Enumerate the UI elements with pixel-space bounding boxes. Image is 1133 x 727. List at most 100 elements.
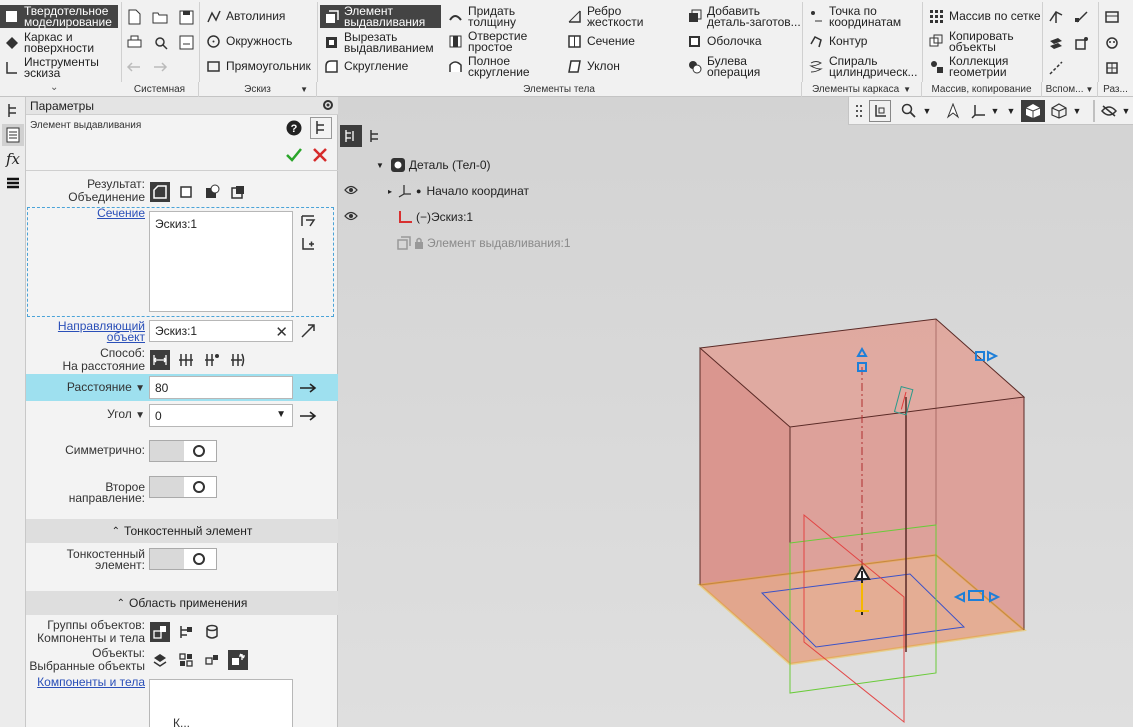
mode-wireframe-surfaces-button[interactable]: Каркас и поверхности: [0, 31, 118, 54]
angle-direction-arrow-icon[interactable]: [298, 406, 318, 426]
guide-direction-arrow-icon[interactable]: [298, 321, 318, 341]
boolean-operation-button[interactable]: Булева операция: [683, 55, 768, 78]
orient-icon[interactable]: [943, 100, 963, 122]
distance-label[interactable]: Расстояние ▼: [67, 381, 145, 394]
shell-button[interactable]: Оболочка: [683, 30, 765, 53]
display-dropdown-icon[interactable]: ▼: [1071, 100, 1083, 122]
mode-solid-modeling-button[interactable]: Твердотельное моделирование: [0, 5, 118, 28]
distance-dropdown-icon[interactable]: ▼: [135, 383, 145, 394]
draft-button[interactable]: Уклон: [563, 55, 623, 78]
aux-plane-icon[interactable]: [1046, 7, 1066, 27]
distance-direction-arrow-icon[interactable]: [298, 378, 318, 398]
view-dropdown-icon[interactable]: ▼: [1005, 100, 1017, 122]
redo-icon[interactable]: [150, 57, 170, 77]
contour-button[interactable]: Контур: [805, 30, 870, 53]
mode-sketch-tools-button[interactable]: Инструменты эскиза: [0, 56, 118, 79]
section-link[interactable]: Сечение: [97, 207, 145, 219]
full-fillet-button[interactable]: Полное скругление: [444, 55, 533, 78]
zoom-icon[interactable]: [899, 100, 919, 122]
zoom-dropdown-icon[interactable]: ▼: [921, 100, 933, 122]
visibility-dropdown-icon[interactable]: ▼: [1120, 100, 1132, 122]
grid-array-button[interactable]: Массив по сетке: [925, 5, 1044, 28]
autoline-button[interactable]: Автолиния: [202, 5, 288, 28]
second-direction-toggle[interactable]: [149, 476, 217, 498]
section-list-item[interactable]: Эскиз:1: [155, 217, 197, 231]
objects-selected-button[interactable]: [228, 650, 248, 670]
axes-orientation-icon[interactable]: [969, 100, 989, 122]
section-button[interactable]: Сечение: [563, 30, 638, 53]
group-frame-dropdown-icon[interactable]: ▼: [903, 85, 911, 94]
help-icon[interactable]: ?: [284, 118, 304, 138]
cut-extrude-button[interactable]: Вырезать выдавливанием: [320, 31, 441, 54]
symmetric-toggle[interactable]: [149, 440, 217, 462]
cancel-cross-icon[interactable]: [310, 145, 330, 165]
method-through-all-button[interactable]: [176, 350, 196, 370]
rectangle-button[interactable]: Прямоугольник: [202, 55, 314, 78]
groups-tree-button[interactable]: [176, 622, 196, 642]
groups-components-bodies-button[interactable]: [150, 622, 170, 642]
result-subtract-button[interactable]: [202, 182, 222, 202]
objects-intersected-button[interactable]: [202, 650, 222, 670]
angle-dropdown-icon[interactable]: ▼: [135, 410, 145, 421]
groups-bodies-button[interactable]: [202, 622, 222, 642]
open-folder-icon[interactable]: [150, 7, 170, 27]
extrude-element-button[interactable]: Элемент выдавливания: [320, 5, 441, 28]
angle-input[interactable]: 0 ▼: [149, 404, 293, 427]
group-sketch-dropdown-icon[interactable]: ▼: [300, 82, 308, 97]
copy-objects-button[interactable]: Копировать объекты: [925, 30, 1028, 53]
3d-viewport[interactable]: ▼ Деталь (Тел-0) ▸ ● Начало координат (−…: [338, 97, 1133, 727]
distance-input[interactable]: 80: [149, 376, 293, 399]
objects-all-button[interactable]: [150, 650, 170, 670]
result-union-button[interactable]: [150, 182, 170, 202]
result-intersect-button[interactable]: [228, 182, 248, 202]
circle-button[interactable]: Окружность: [202, 30, 295, 53]
components-bodies-link[interactable]: Компоненты и тела: [37, 676, 145, 688]
group-aux-dropdown-icon[interactable]: ▼: [1085, 85, 1093, 94]
undo-icon[interactable]: [124, 57, 144, 77]
panel-settings-gear-icon[interactable]: [321, 98, 335, 112]
hide-eye-icon[interactable]: [1099, 100, 1119, 122]
section-create-sketch-icon[interactable]: [298, 234, 318, 254]
method-to-surface-button[interactable]: [228, 350, 248, 370]
guide-object-clear-icon[interactable]: ✕: [275, 323, 288, 341]
layers-strip-icon[interactable]: [2, 172, 24, 194]
simple-hole-button[interactable]: Отверстие простое: [444, 30, 533, 53]
sketch-view-icon[interactable]: [869, 100, 891, 122]
rib-button[interactable]: Ребро жесткости: [563, 5, 650, 28]
geometry-collection-button[interactable]: Коллекция геометрии: [925, 55, 1028, 78]
fillet-button[interactable]: Скругление: [320, 55, 411, 78]
section-list[interactable]: Эскиз:1: [149, 211, 293, 312]
misc-tool-2-icon[interactable]: [1102, 33, 1122, 53]
confirm-checkmark-icon[interactable]: [284, 145, 304, 165]
aux-line-icon[interactable]: [1046, 58, 1066, 78]
components-bodies-list[interactable]: К...: [149, 679, 293, 727]
wireframe-cube-icon[interactable]: [1049, 100, 1069, 122]
print-icon[interactable]: [124, 32, 144, 52]
shaded-cube-icon[interactable]: [1021, 100, 1045, 122]
objects-visible-button[interactable]: [176, 650, 196, 670]
thin-wall-toggle[interactable]: [149, 548, 217, 570]
thin-wall-section-header[interactable]: ⌃ Тонкостенный элемент: [26, 519, 338, 543]
guide-object-link[interactable]: Направляющий объект: [35, 320, 145, 343]
aux-offset-plane-icon[interactable]: [1046, 33, 1066, 53]
save-icon[interactable]: [176, 7, 196, 27]
tree-strip-icon[interactable]: [2, 100, 24, 122]
angle-select-dropdown-icon[interactable]: ▼: [276, 409, 286, 420]
scope-section-header[interactable]: ⌃ Область применения: [26, 591, 338, 615]
cylindrical-spiral-button[interactable]: Спираль цилиндрическ...: [805, 55, 928, 78]
orientation-dropdown-icon[interactable]: ▼: [989, 100, 1001, 122]
section-pick-sketch-icon[interactable]: [298, 210, 318, 230]
parameters-strip-icon[interactable]: [2, 124, 24, 146]
aux-point-plane-icon[interactable]: [1072, 33, 1092, 53]
misc-tool-3-icon[interactable]: [1102, 58, 1122, 78]
save-as-icon[interactable]: [176, 32, 196, 52]
result-new-body-button[interactable]: [176, 182, 196, 202]
misc-tool-1-icon[interactable]: [1102, 7, 1122, 27]
guide-object-field[interactable]: Эскиз:1 ✕: [149, 320, 293, 342]
add-blank-part-button[interactable]: Добавить деталь-заготов...: [683, 5, 806, 28]
method-distance-button[interactable]: [150, 350, 170, 370]
method-to-vertex-button[interactable]: [202, 350, 222, 370]
aux-axis-icon[interactable]: [1072, 7, 1092, 27]
ribbon-expand-chevron-icon[interactable]: ⌄: [50, 82, 58, 93]
preview-icon[interactable]: [150, 32, 170, 52]
